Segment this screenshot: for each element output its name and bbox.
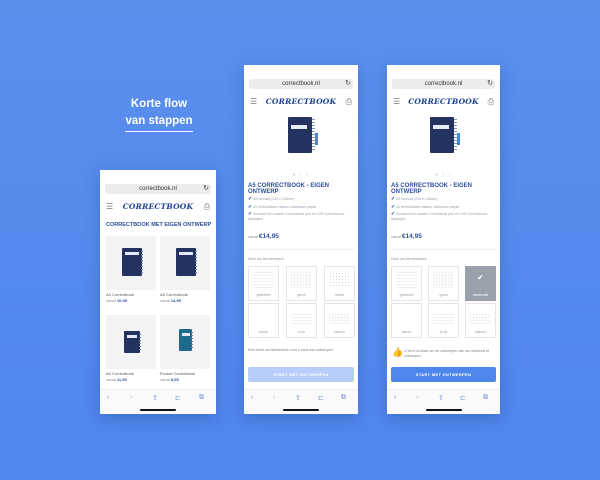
product-image[interactable] bbox=[430, 117, 460, 153]
bookmarks-icon[interactable]: ⊏ bbox=[318, 394, 324, 402]
tabs-icon[interactable]: ⧉ bbox=[483, 394, 488, 402]
check-icon: ✔ bbox=[248, 196, 253, 202]
feature-item: ✔ A5 formaat (210 x 148mm) bbox=[391, 196, 438, 202]
divider bbox=[248, 249, 354, 250]
reload-icon[interactable]: ↻ bbox=[487, 79, 493, 89]
thumbs-up-icon: 👍 bbox=[392, 347, 404, 357]
choose-interior-label: Kies uw binnenwerk bbox=[391, 256, 427, 261]
helper-text: Kies eerst uw binnenwerk voor u start me… bbox=[248, 348, 333, 352]
feature-item: ✔ Inclusief een zwarte Correctbook pen e… bbox=[391, 211, 489, 222]
product-price: vanaf 14,95 bbox=[160, 298, 181, 303]
bookmarks-icon[interactable]: ⊏ bbox=[175, 394, 181, 402]
interior-option-blank[interactable]: blanco bbox=[391, 303, 422, 338]
browser-toolbar: ‹ › ⇪ ⊏ ⧉ bbox=[100, 389, 216, 414]
interior-option-grid[interactable]: geruit bbox=[428, 266, 459, 301]
browser-toolbar: ‹ › ⇪ ⊏ ⧉ bbox=[387, 389, 500, 414]
check-icon: ✔ bbox=[391, 196, 396, 202]
section-title: CORRECTBOOK MET EIGEN ONTWERP bbox=[106, 222, 212, 228]
share-icon[interactable]: ⇪ bbox=[152, 394, 158, 402]
back-icon[interactable]: ‹ bbox=[394, 394, 396, 401]
url-text: correctbook.nl bbox=[139, 186, 177, 192]
browser-toolbar: ‹ › ⇪ ⊏ ⧉ bbox=[244, 389, 358, 414]
interior-option-combination-selected[interactable]: ✔ combinatie bbox=[465, 266, 496, 301]
product-price: vanaf €14,95 bbox=[391, 233, 422, 240]
notebook-image bbox=[124, 331, 141, 353]
product-name[interactable]: A5 Correctbook bbox=[160, 292, 188, 297]
address-bar[interactable]: correctbook.nl ↻ bbox=[105, 184, 211, 194]
feature-item: ✔ 40 herbruikbare bladen uitwisbaar papi… bbox=[248, 204, 317, 210]
start-designing-button[interactable]: START MET ONTWERPEN bbox=[248, 367, 354, 382]
bookmarks-icon[interactable]: ⊏ bbox=[460, 394, 466, 402]
phone-product-detail-initial: correctbook.nl ↻ ☰ CORRECTBOOK ⎙ ● ○ ○ A… bbox=[244, 65, 358, 414]
product-price: vanaf 8,95 bbox=[160, 377, 179, 382]
product-card[interactable] bbox=[106, 315, 156, 369]
reload-icon[interactable]: ↻ bbox=[203, 184, 209, 194]
back-icon[interactable]: ‹ bbox=[251, 394, 253, 401]
brand-logo[interactable]: CORRECTBOOK bbox=[387, 97, 500, 106]
product-name[interactable]: Pocket Correctbook bbox=[160, 371, 195, 376]
headline-line-2: van stappen bbox=[125, 113, 193, 132]
back-icon[interactable]: ‹ bbox=[107, 394, 109, 401]
product-card[interactable] bbox=[160, 236, 210, 290]
choose-interior-label: Kies uw binnenwerk bbox=[248, 256, 284, 261]
product-title: A5 CORRECTBOOK - EIGEN ONTWERP bbox=[391, 183, 473, 195]
interior-option-todo[interactable]: to-do bbox=[428, 303, 459, 338]
headline-line-1: Korte flow bbox=[130, 98, 188, 110]
home-indicator bbox=[283, 409, 319, 411]
feature-item: ✔ 40 herbruikbare bladen uitwisbaar papi… bbox=[391, 204, 460, 210]
product-price: vanaf 11,95 bbox=[106, 377, 127, 382]
phone-product-list: correctbook.nl ↻ ☰ CORRECTBOOK ⎙ CORRECT… bbox=[100, 170, 216, 414]
reload-icon[interactable]: ↻ bbox=[345, 79, 351, 89]
address-bar[interactable]: correctbook.nl ↻ bbox=[392, 79, 495, 89]
product-title: A5 CORRECTBOOK - EIGEN ONTWERP bbox=[248, 183, 330, 195]
carousel-dots[interactable]: ● ○ ○ bbox=[244, 172, 358, 178]
forward-icon[interactable]: › bbox=[273, 394, 275, 401]
product-card[interactable] bbox=[106, 236, 156, 290]
interior-option-lined[interactable]: gelinieerd bbox=[391, 266, 422, 301]
notebook-image bbox=[179, 329, 193, 351]
forward-icon[interactable]: › bbox=[416, 394, 418, 401]
feature-item: ✔ Inclusief een zwarte Correctbook pen e… bbox=[248, 211, 346, 222]
helper-text: U bent nu klaar om de ontwerpen van uw n… bbox=[404, 349, 490, 358]
tabs-icon[interactable]: ⧉ bbox=[341, 394, 346, 402]
product-name[interactable]: A6 Correctbook bbox=[106, 371, 134, 376]
phone-product-detail-selected: correctbook.nl ↻ ☰ CORRECTBOOK ⎙ ● ○ ○ A… bbox=[387, 65, 500, 414]
tabs-icon[interactable]: ⧉ bbox=[199, 394, 204, 402]
notebook-image bbox=[176, 248, 197, 276]
divider bbox=[391, 249, 496, 250]
home-indicator bbox=[140, 409, 176, 411]
url-text: correctbook.nl bbox=[282, 81, 320, 87]
product-price: vanaf 10,95 bbox=[106, 298, 127, 303]
product-card[interactable] bbox=[160, 315, 210, 369]
forward-icon[interactable]: › bbox=[130, 394, 132, 401]
feature-item: ✔ A5 formaat (210 x 148mm) bbox=[248, 196, 295, 202]
url-text: correctbook.nl bbox=[424, 81, 463, 87]
product-name[interactable]: A5 Correctbook bbox=[106, 292, 134, 297]
address-bar[interactable]: correctbook.nl ↻ bbox=[249, 79, 353, 89]
product-price: vanaf €14,95 bbox=[248, 233, 279, 240]
start-designing-button[interactable]: START MET ONTWERPEN bbox=[391, 367, 496, 382]
share-icon[interactable]: ⇪ bbox=[438, 394, 444, 402]
interior-option-planner[interactable]: planner bbox=[324, 303, 355, 338]
flow-headline: Korte flow van stappen bbox=[112, 96, 206, 132]
interior-option-lined[interactable]: gelinieerd bbox=[248, 266, 279, 301]
bag-icon[interactable]: ⎙ bbox=[488, 97, 494, 107]
interior-option-grid[interactable]: geruit bbox=[286, 266, 317, 301]
brand-logo[interactable]: CORRECTBOOK bbox=[244, 97, 358, 106]
check-icon: ✔ bbox=[477, 273, 484, 282]
bag-icon[interactable]: ⎙ bbox=[204, 202, 210, 212]
carousel-dots[interactable]: ● ○ ○ bbox=[387, 172, 500, 178]
interior-option-todo[interactable]: to-do bbox=[286, 303, 317, 338]
check-icon: ✔ bbox=[248, 204, 253, 210]
product-image[interactable] bbox=[288, 117, 318, 153]
interior-option-planner[interactable]: planner bbox=[465, 303, 496, 338]
bag-icon[interactable]: ⎙ bbox=[346, 97, 352, 107]
interior-option-dotted[interactable]: dotted bbox=[324, 266, 355, 301]
notebook-image bbox=[122, 248, 143, 276]
interior-option-blank[interactable]: blanco bbox=[248, 303, 279, 338]
share-icon[interactable]: ⇪ bbox=[295, 394, 301, 402]
brand-logo[interactable]: CORRECTBOOK bbox=[100, 202, 216, 211]
home-indicator bbox=[425, 409, 462, 411]
check-icon: ✔ bbox=[391, 204, 396, 210]
